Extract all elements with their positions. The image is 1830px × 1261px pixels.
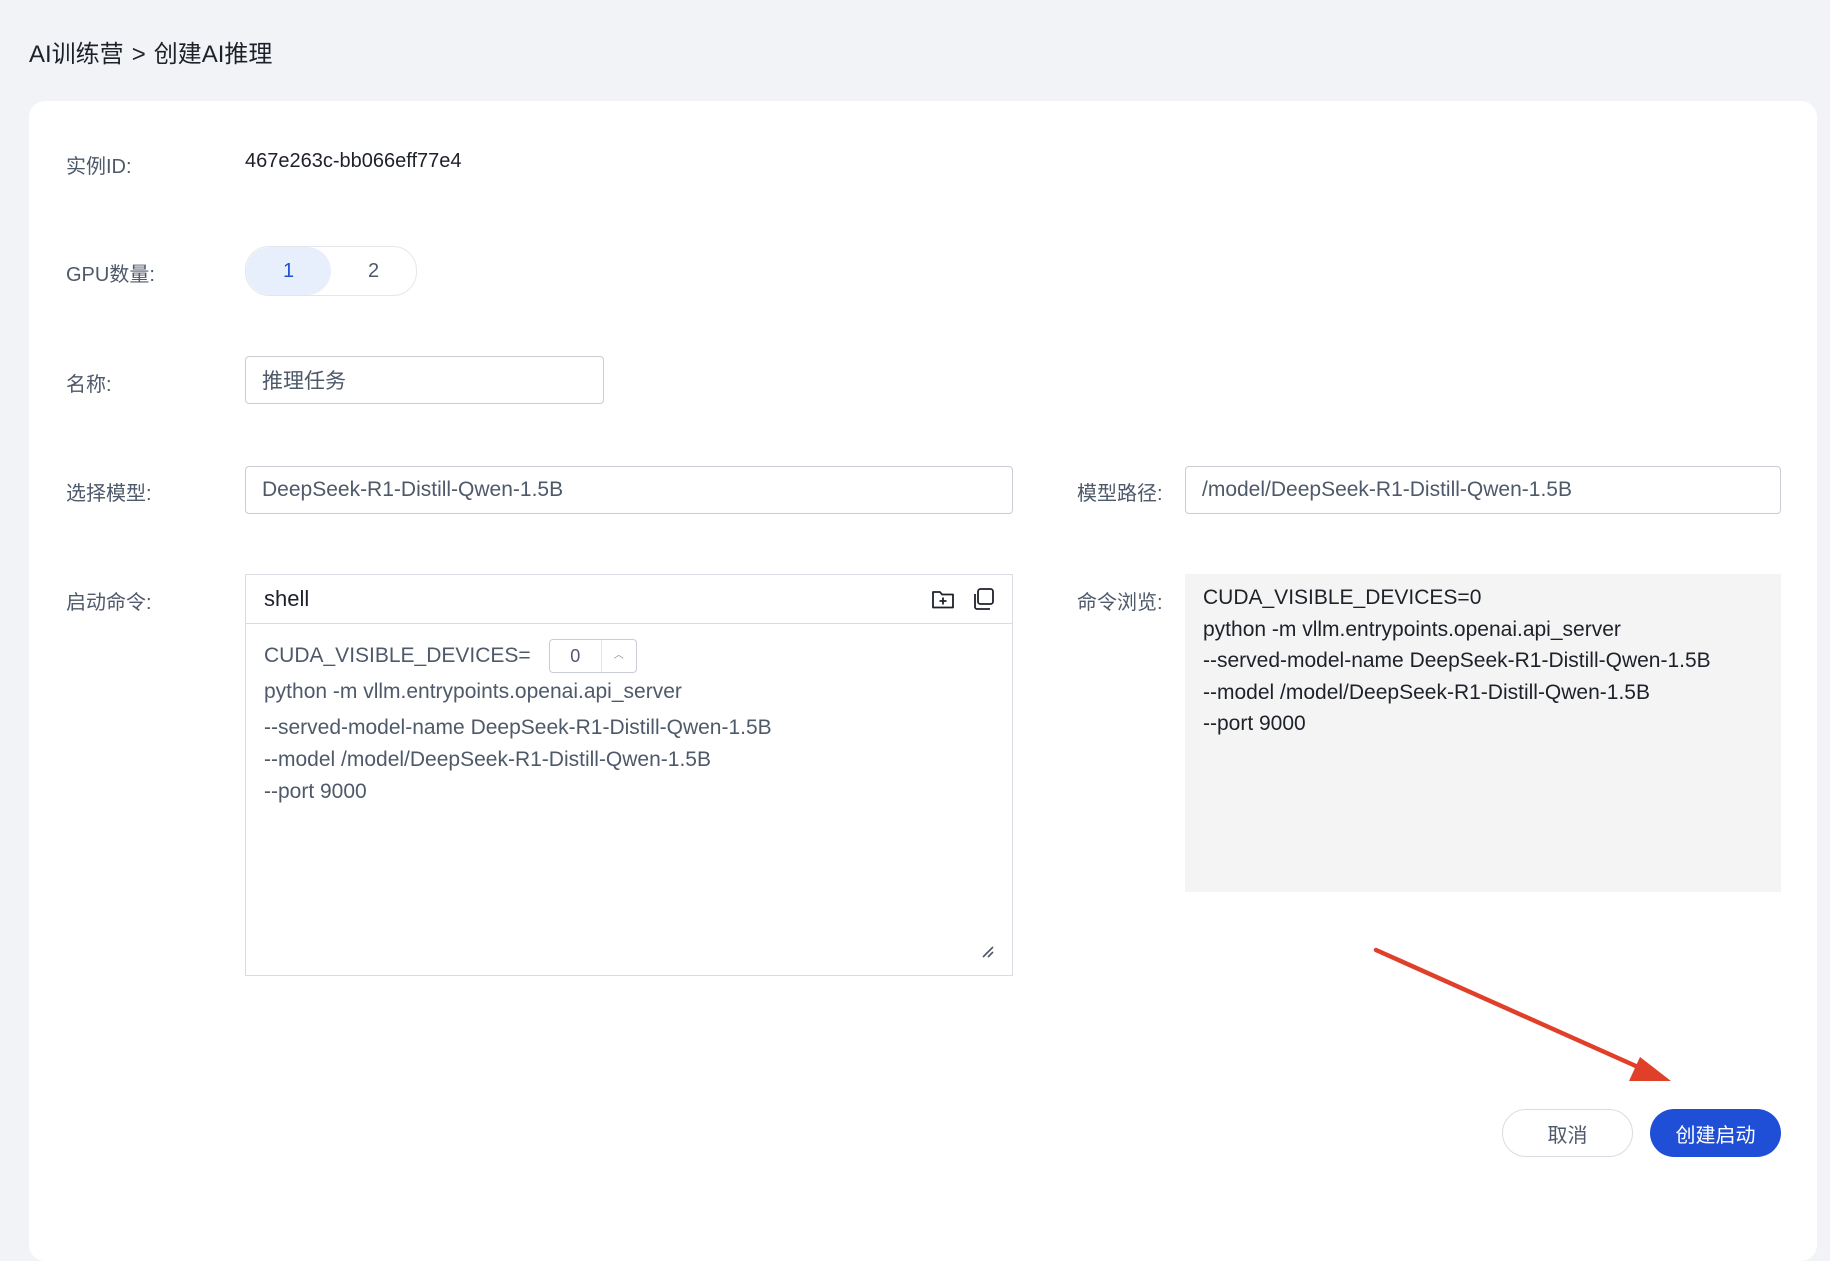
number-stepper: ︿ ﹀ — [600, 640, 636, 673]
env-line: CUDA_VISIBLE_DEVICES= 0 ︿ ﹀ — [264, 636, 994, 676]
command-preview: CUDA_VISIBLE_DEVICES=0 python -m vllm.en… — [1185, 574, 1781, 892]
editor-header: shell — [246, 575, 1012, 624]
model-select-value: DeepSeek-R1-Distill-Qwen-1.5B — [262, 478, 564, 501]
editor-title: shell — [264, 586, 310, 611]
name-input[interactable]: 推理任务 — [245, 356, 604, 404]
preview-line: --served-model-name DeepSeek-R1-Distill-… — [1203, 649, 1711, 672]
model-path-input[interactable]: /model/DeepSeek-R1-Distill-Qwen-1.5B — [1185, 466, 1781, 514]
breadcrumb-current: 创建AI推理 — [153, 41, 273, 68]
instance-id-label: 实例ID: — [66, 156, 132, 178]
breadcrumb: AI训练营 > 创建AI推理 — [29, 34, 272, 69]
preview-line: python -m vllm.entrypoints.openai.api_se… — [1203, 617, 1621, 641]
command-label: 启动命令: — [66, 592, 152, 614]
command-line: --port 9000 — [264, 780, 367, 803]
gpu-count-segmented: 1 2 — [245, 246, 417, 296]
form-card: 实例ID: 467e263c-bb066eff77e4 GPU数量: 1 2 名… — [29, 101, 1817, 1261]
command-line: --model /model/DeepSeek-R1-Distill-Qwen-… — [264, 748, 711, 771]
command-line: python -m vllm.entrypoints.openai.api_se… — [264, 680, 682, 703]
folder-add-icon[interactable] — [930, 586, 956, 612]
gpu-count-label: GPU数量: — [66, 264, 155, 286]
model-label: 选择模型: — [66, 483, 152, 505]
name-label: 名称: — [66, 374, 112, 396]
editor-tools — [930, 586, 996, 612]
cancel-button[interactable]: 取消 — [1502, 1109, 1633, 1157]
gpu-option-1[interactable]: 1 — [246, 247, 331, 295]
decrement-icon[interactable]: ﹀ — [602, 672, 636, 673]
command-editor: shell CUDA_VISIBLE_DEVICES= 0 ︿ ﹀ — [245, 574, 1013, 976]
breadcrumb-parent[interactable]: AI训练营 — [29, 41, 124, 68]
create-start-button[interactable]: 创建启动 — [1650, 1109, 1781, 1157]
env-prefix: CUDA_VISIBLE_DEVICES= — [264, 644, 531, 667]
preview-line: --port 9000 — [1203, 712, 1306, 735]
gpu-option-2[interactable]: 2 — [331, 247, 416, 295]
preview-line: CUDA_VISIBLE_DEVICES=0 — [1203, 586, 1482, 609]
resize-handle-icon[interactable] — [980, 944, 994, 963]
increment-icon[interactable]: ︿ — [602, 640, 636, 672]
model-path-label: 模型路径: — [1077, 483, 1163, 505]
editor-body[interactable]: CUDA_VISIBLE_DEVICES= 0 ︿ ﹀ python -m vl… — [246, 624, 1012, 820]
preview-label: 命令浏览: — [1077, 592, 1163, 614]
device-number-value: 0 — [570, 646, 581, 666]
name-input-value: 推理任务 — [262, 370, 346, 393]
model-path-value: /model/DeepSeek-R1-Distill-Qwen-1.5B — [1202, 478, 1572, 501]
preview-line: --model /model/DeepSeek-R1-Distill-Qwen-… — [1203, 680, 1650, 704]
breadcrumb-separator: > — [131, 41, 146, 68]
device-number-input[interactable]: 0 ︿ ﹀ — [548, 639, 637, 673]
instance-id-value: 467e263c-bb066eff77e4 — [245, 150, 462, 172]
copy-icon[interactable] — [970, 586, 996, 612]
command-line: --served-model-name DeepSeek-R1-Distill-… — [264, 716, 772, 739]
model-select[interactable]: DeepSeek-R1-Distill-Qwen-1.5B — [245, 466, 1013, 514]
